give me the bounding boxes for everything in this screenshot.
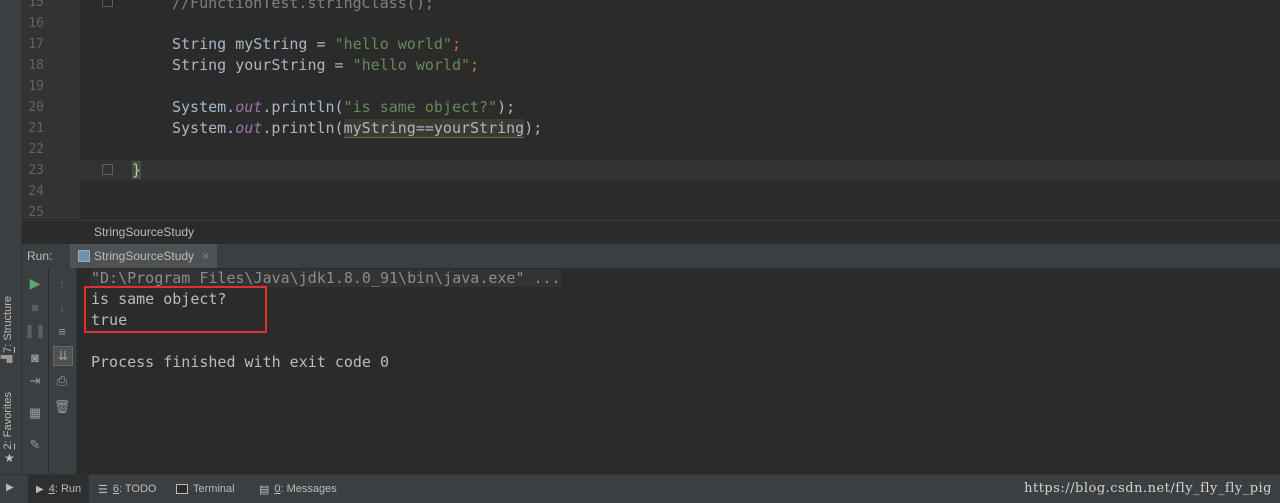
rerun-play-icon[interactable]: ▶ — [26, 274, 44, 292]
line-number: 19 — [28, 79, 44, 94]
breadcrumb[interactable]: StringSourceStudy — [94, 225, 194, 239]
favorites-star-icon: ★ — [4, 451, 15, 465]
semicolon-token: ; — [451, 35, 461, 53]
method-token: .println( — [262, 98, 344, 116]
pause-icon[interactable]: ❚❚ — [24, 322, 46, 340]
run-toolbar-secondary: ↑ ↓ ≡ ⇊ ⎙ 🗑 — [49, 268, 77, 474]
type-token: String — [172, 56, 227, 74]
highlight-annotation-box — [84, 286, 267, 333]
run-toolbar-primary: ▶ ■ ❚❚ ◙ ⇥ ▦ ✎ — [22, 268, 48, 474]
code-editor[interactable]: 15 16 17 18 19 20 21 22 23 24 25 //Funct… — [22, 0, 1280, 220]
favorites-tab[interactable]: 2: Favorites — [2, 392, 19, 449]
line-number: 25 — [28, 205, 44, 220]
fold-marker-icon[interactable] — [102, 0, 113, 7]
operator-token: = — [307, 35, 335, 53]
left-tool-strip: 7: Structure ▟ 2: Favorites ★ — [0, 0, 22, 474]
layout-icon[interactable]: ▦ — [26, 404, 44, 422]
terminal-icon — [176, 484, 188, 494]
line-number: 21 — [28, 121, 44, 136]
code-line-23-brace: } — [132, 161, 142, 179]
operator-token: = — [325, 56, 353, 74]
structure-tab-mnemonic: 7 — [2, 346, 14, 353]
bottom-tab-label: Terminal — [193, 483, 235, 495]
bottom-tab-run[interactable]: ▶ 4: Run — [28, 475, 90, 503]
expand-triangle-icon[interactable]: ▶ — [6, 482, 14, 493]
fold-marker-icon[interactable] — [102, 164, 113, 175]
play-icon: ▶ — [36, 483, 44, 495]
line-number: 17 — [28, 37, 44, 52]
line-number: 22 — [28, 142, 44, 157]
closing-token: ); — [524, 119, 543, 137]
line-number: 18 — [28, 58, 44, 73]
run-panel-header: Run: StringSourceStudy × — [22, 243, 1280, 268]
bottom-tab-terminal[interactable]: Terminal — [176, 475, 235, 503]
watermark-url: https://blog.csdn.net/fly_fly_fly_pig — [1024, 481, 1272, 496]
field-token: out — [235, 119, 263, 137]
semicolon-token: ; — [470, 56, 480, 74]
stop-icon[interactable]: ■ — [26, 298, 44, 316]
run-config-icon — [78, 250, 90, 262]
line-number: 16 — [28, 16, 44, 31]
field-token: out — [235, 98, 263, 116]
string-literal: "hello world" — [352, 56, 471, 74]
line-number: 23 — [28, 163, 44, 178]
line-number: 15 — [28, 0, 44, 10]
bottom-tab-todo[interactable]: ☰ 6: TODO — [98, 475, 157, 503]
run-config-tab[interactable]: StringSourceStudy × — [70, 244, 218, 268]
bottom-tool-bar: ▶ ▶ 4: Run ☰ 6: TODO Terminal ▤ 0: Messa… — [0, 474, 1280, 503]
camera-icon[interactable]: ◙ — [26, 348, 44, 366]
object-token: System. — [172, 98, 236, 116]
current-line-highlight — [80, 160, 1280, 181]
todo-icon: ☰ — [98, 483, 108, 496]
structure-tab[interactable]: 7: Structure — [2, 296, 19, 353]
string-literal: "is same object?" — [343, 98, 498, 116]
code-line-17: String myString = "hello world"; — [172, 35, 461, 53]
line-number: 24 — [28, 184, 44, 199]
breadcrumb-bar: StringSourceStudy — [22, 220, 1280, 243]
type-token: String — [172, 35, 227, 53]
closing-token: ); — [497, 98, 516, 116]
bottom-tab-messages[interactable]: ▤ 0: Messages — [259, 475, 337, 503]
bottom-tab-label: : TODO — [119, 483, 157, 495]
scroll-to-end-icon[interactable]: ⇊ — [53, 346, 73, 366]
favorites-tab-mnemonic: 2 — [2, 443, 14, 450]
code-line-21: System.out.println(myString==yourString)… — [172, 119, 543, 138]
structure-tab-label: : Structure — [2, 296, 14, 347]
console-output[interactable]: "D:\Program Files\Java\jdk1.8.0_91\bin\j… — [77, 268, 1280, 474]
code-line-18: String yourString = "hello world"; — [172, 56, 479, 74]
run-panel-label: Run: — [27, 249, 53, 263]
run-config-tab-label: StringSourceStudy — [94, 249, 195, 263]
structure-icon: ▟ — [2, 355, 13, 363]
code-line-comment: //FunctionTest.stringClass(); — [172, 0, 434, 12]
close-icon[interactable]: × — [202, 249, 209, 263]
string-literal: "hello world" — [334, 35, 452, 53]
console-command-line: "D:\Program Files\Java\jdk1.8.0_91\bin\j… — [91, 269, 561, 287]
bottom-tab-label: : Run — [54, 483, 82, 495]
object-token: System. — [172, 119, 236, 137]
code-line-20: System.out.println("is same object?"); — [172, 98, 515, 116]
down-arrow-icon[interactable]: ↓ — [53, 298, 71, 316]
line-number: 20 — [28, 100, 44, 115]
variable-token: yourString — [235, 56, 326, 74]
exit-icon[interactable]: ⇥ — [26, 372, 44, 390]
variable-token: myString — [235, 35, 308, 53]
trash-icon[interactable]: 🗑 — [53, 398, 71, 416]
pin-icon[interactable]: ✎ — [26, 436, 44, 454]
bottom-tab-label: : Messages — [280, 483, 337, 495]
print-icon[interactable]: ⎙ — [53, 372, 71, 390]
console-exit-line: Process finished with exit code 0 — [91, 353, 390, 371]
favorites-tab-label: : Favorites — [2, 392, 14, 444]
up-arrow-icon[interactable]: ↑ — [53, 274, 71, 292]
method-token: .println( — [262, 119, 344, 137]
messages-icon: ▤ — [259, 483, 270, 496]
soft-wrap-icon[interactable]: ≡ — [53, 322, 71, 340]
highlighted-expression: myString==yourString — [343, 119, 525, 138]
console-command-text: "D:\Program Files\Java\jdk1.8.0_91\bin\j… — [91, 269, 561, 287]
